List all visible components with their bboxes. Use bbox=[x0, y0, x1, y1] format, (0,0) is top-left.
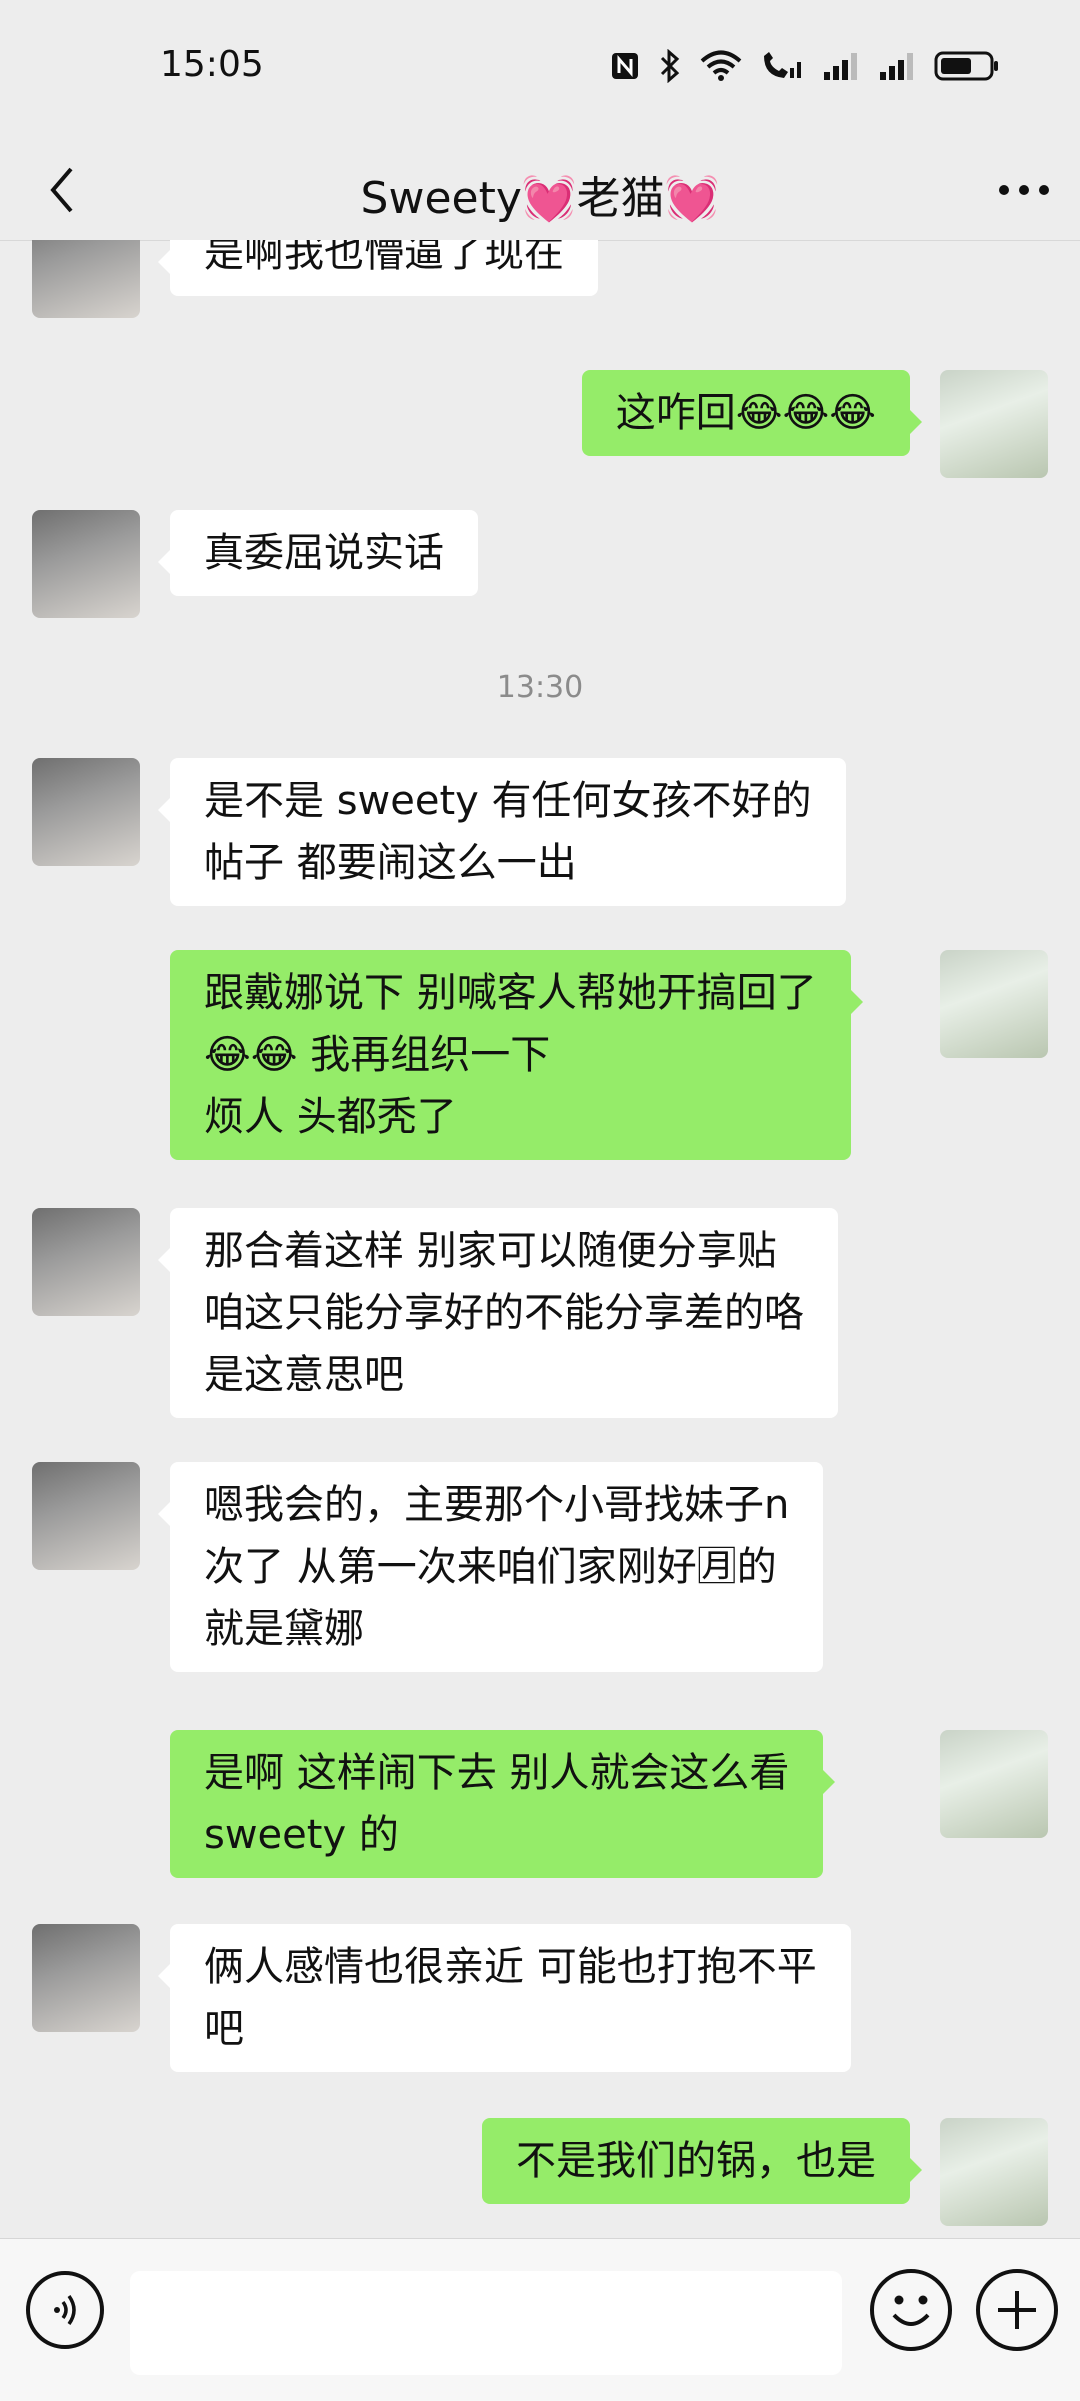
message-bubble[interactable]: 那合着这样 别家可以随便分享贴 咱这只能分享好的不能分享差的咯 是这意思吧 bbox=[158, 1208, 838, 1418]
message-bubble[interactable]: 俩人感情也很亲近 可能也打抱不平 吧 bbox=[158, 1924, 851, 2072]
message-bubble[interactable]: 跟戴娜说下 别喊客人帮她开搞回了 😂😂 我再组织一下 烦人 头都秃了 bbox=[170, 950, 863, 1160]
more-button[interactable] bbox=[992, 158, 1056, 222]
nfc-icon bbox=[612, 53, 638, 79]
contact-avatar[interactable] bbox=[32, 240, 140, 318]
message-bubble[interactable]: 是不是 sweety 有任何女孩不好的 帖子 都要闹这么一出 bbox=[158, 758, 846, 906]
signal-icon bbox=[880, 53, 913, 80]
message-bubble[interactable]: 真委屈说实话 bbox=[158, 510, 478, 596]
message-bubble[interactable]: 嗯我会的，主要那个小哥找妹子n 次了 从第一次来咱们家刚好🈷的 就是黛娜 bbox=[157, 1462, 824, 1672]
message-input[interactable] bbox=[130, 2271, 842, 2375]
self-avatar[interactable] bbox=[940, 1730, 1048, 1838]
emoji-icon bbox=[892, 2295, 930, 2326]
message-bubble[interactable]: 这咋回😂😂😂 bbox=[581, 370, 923, 456]
wifi-icon bbox=[700, 50, 742, 81]
self-avatar[interactable] bbox=[940, 370, 1048, 478]
bluetooth-icon bbox=[660, 49, 680, 83]
contact-avatar[interactable] bbox=[32, 1462, 140, 1570]
self-avatar[interactable] bbox=[940, 2118, 1048, 2226]
signal-icon bbox=[824, 53, 857, 80]
voice-button[interactable] bbox=[26, 2271, 104, 2349]
more-dots-icon bbox=[999, 185, 1049, 195]
message-bubble[interactable]: 是啊我也懵逼了现在 bbox=[158, 240, 598, 296]
message-bubble[interactable]: 是啊 这样闹下去 别人就会这么看 sweety 的 bbox=[170, 1730, 836, 1878]
plus-button[interactable] bbox=[976, 2269, 1058, 2351]
self-avatar[interactable] bbox=[940, 950, 1048, 1058]
contact-avatar[interactable] bbox=[32, 758, 140, 866]
battery-icon bbox=[934, 51, 998, 81]
input-bar bbox=[0, 2238, 1080, 2401]
voice-icon bbox=[54, 2294, 76, 2326]
chat-timestamp: 13:30 bbox=[496, 670, 584, 705]
volte-call-icon bbox=[764, 52, 801, 78]
contact-avatar[interactable] bbox=[32, 510, 140, 618]
chat-header: Sweety💓老猫💓 bbox=[0, 140, 1080, 240]
plus-icon bbox=[998, 2291, 1036, 2329]
chat-title: Sweety💓老猫💓 bbox=[360, 173, 720, 224]
emoji-button[interactable] bbox=[870, 2269, 952, 2351]
message-bubble[interactable]: 不是我们的锅，也是 bbox=[482, 2118, 922, 2204]
status-time: 15:05 bbox=[160, 44, 264, 85]
contact-avatar[interactable] bbox=[32, 1208, 140, 1316]
status-icons bbox=[610, 46, 1000, 86]
contact-avatar[interactable] bbox=[32, 1924, 140, 2032]
status-bar: 15:05 bbox=[0, 0, 1080, 140]
chat-message-list[interactable]: 是啊我也懵逼了现在 这咋回😂😂😂 真委屈说实话 13:30 是不是 sweety… bbox=[0, 240, 1080, 2238]
